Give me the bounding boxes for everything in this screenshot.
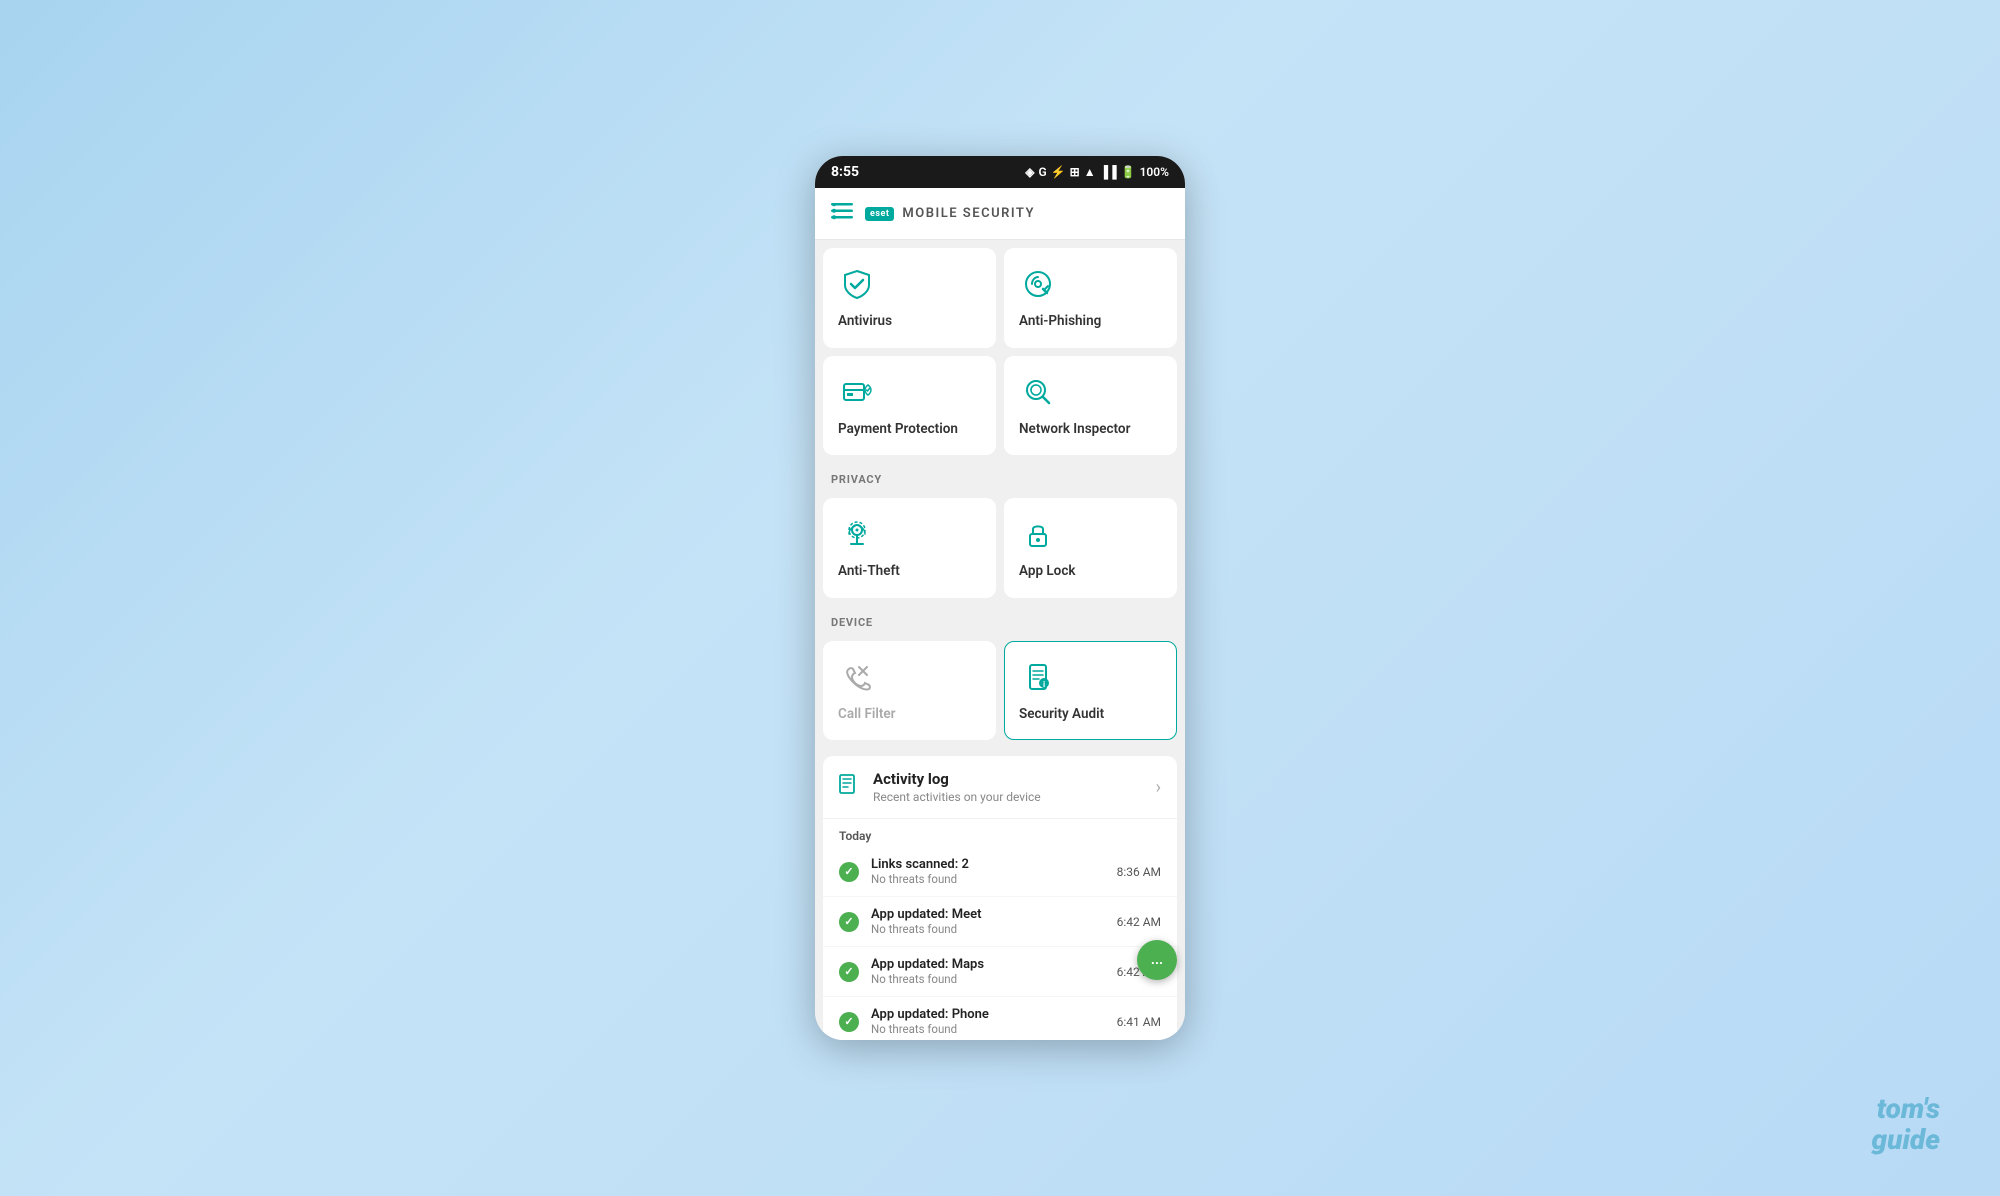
activity-time-links: 8:36 AM [1117, 865, 1161, 879]
activity-subtitle-links: No threats found [871, 872, 1105, 886]
status-time: 8:55 [831, 164, 859, 180]
activity-item-meet: App updated: Meet No threats found 6:42 … [823, 897, 1177, 947]
activity-log-title: Activity log [873, 770, 1041, 788]
privacy-feature-grid: Anti-Theft App Lock [815, 490, 1185, 606]
activity-time-meet: 6:42 AM [1117, 915, 1161, 929]
activity-log-card: Activity log Recent activities on your d… [823, 756, 1177, 1040]
app-header: eset MOBILE SECURITY [815, 188, 1185, 240]
status-icons: ◈ G ⚡ ⊞ ▲ ▐▐ 🔋 100% [1025, 165, 1169, 179]
device-feature-grid: Call Filter i Security Audit [815, 633, 1185, 749]
activity-info-links: Links scanned: 2 No threats found [871, 857, 1105, 886]
security-feature-grid: Antivirus Anti-Phishing [815, 240, 1185, 463]
svg-text:i: i [1043, 680, 1045, 689]
call-filter-card[interactable]: Call Filter [823, 641, 996, 741]
activity-info-maps: App updated: Maps No threats found [871, 957, 1105, 986]
check-icon-links [839, 862, 859, 882]
call-filter-label: Call Filter [838, 706, 896, 724]
payment-protection-label: Payment Protection [838, 421, 958, 439]
anti-phishing-label: Anti-Phishing [1019, 313, 1101, 331]
antitheft-icon [838, 515, 876, 553]
check-icon-meet [839, 912, 859, 932]
activity-item-phone: App updated: Phone No threats found 6:41… [823, 997, 1177, 1040]
battery-icon: 🔋 [1121, 165, 1136, 179]
activity-info-phone: App updated: Phone No threats found [871, 1007, 1105, 1036]
activity-title-maps: App updated: Maps [871, 957, 1105, 972]
g-icon: G [1039, 165, 1047, 179]
activity-time-phone: 6:41 AM [1117, 1015, 1161, 1029]
activity-log-header[interactable]: Activity log Recent activities on your d… [823, 756, 1177, 819]
privacy-section-header: PRIVACY [815, 463, 1185, 490]
app-title: MOBILE SECURITY [902, 206, 1035, 221]
callfilter-icon [838, 658, 876, 696]
anti-theft-label: Anti-Theft [838, 563, 900, 581]
activity-log-header-left: Activity log Recent activities on your d… [839, 770, 1041, 804]
activity-title-phone: App updated: Phone [871, 1007, 1105, 1022]
network-icon [1019, 373, 1057, 411]
signal-icon: ◈ [1025, 165, 1034, 179]
security-audit-card[interactable]: i Security Audit [1004, 641, 1177, 741]
menu-icon[interactable] [831, 203, 853, 225]
activity-subtitle-phone: No threats found [871, 1022, 1105, 1036]
anti-theft-card[interactable]: Anti-Theft [823, 498, 996, 598]
activity-subtitle-maps: No threats found [871, 972, 1105, 986]
applock-icon [1019, 515, 1057, 553]
activity-item-links: Links scanned: 2 No threats found 8:36 A… [823, 847, 1177, 897]
shield-icon [838, 265, 876, 303]
app-lock-card[interactable]: App Lock [1004, 498, 1177, 598]
check-icon-maps [839, 962, 859, 982]
check-icon-phone [839, 1012, 859, 1032]
payment-protection-card[interactable]: Payment Protection [823, 356, 996, 456]
activity-today-label: Today [823, 819, 1177, 847]
network-inspector-label: Network Inspector [1019, 421, 1130, 439]
activity-log-subtitle: Recent activities on your device [873, 790, 1041, 804]
device-section-header: DEVICE [815, 606, 1185, 633]
payment-icon [838, 373, 876, 411]
signal-bars-icon: ▐▐ [1100, 165, 1117, 179]
security-audit-label: Security Audit [1019, 706, 1104, 724]
activity-title-links: Links scanned: 2 [871, 857, 1105, 872]
activity-title-meet: App updated: Meet [871, 907, 1105, 922]
bluetooth-icon: ⚡ [1051, 165, 1066, 179]
chevron-right-icon: › [1156, 777, 1161, 798]
securityaudit-icon: i [1019, 658, 1057, 696]
status-bar: 8:55 ◈ G ⚡ ⊞ ▲ ▐▐ 🔋 100% [815, 156, 1185, 188]
app-lock-label: App Lock [1019, 563, 1076, 581]
toms-guide-watermark: tom's guide [1871, 1094, 1940, 1156]
eset-logo: eset MOBILE SECURITY [865, 206, 1035, 221]
battery-percent: 100% [1140, 165, 1169, 179]
wifi-icon: ▲ [1084, 165, 1096, 179]
activity-log-text: Activity log Recent activities on your d… [873, 770, 1041, 804]
antiphishing-icon [1019, 265, 1057, 303]
anti-phishing-card[interactable]: Anti-Phishing [1004, 248, 1177, 348]
activity-info-meet: App updated: Meet No threats found [871, 907, 1105, 936]
eset-badge: eset [865, 207, 894, 221]
fab-button[interactable]: ... [1137, 940, 1177, 980]
activity-item-maps: App updated: Maps No threats found 6:42 … [823, 947, 1177, 997]
activity-subtitle-meet: No threats found [871, 922, 1105, 936]
antivirus-card[interactable]: Antivirus [823, 248, 996, 348]
nfc-icon: ⊞ [1070, 165, 1080, 179]
phone-frame: 8:55 ◈ G ⚡ ⊞ ▲ ▐▐ 🔋 100% eset MOBILE [815, 156, 1185, 1040]
antivirus-label: Antivirus [838, 313, 892, 331]
network-inspector-card[interactable]: Network Inspector [1004, 356, 1177, 456]
activity-log-icon [839, 772, 861, 798]
app-content: Antivirus Anti-Phishing [815, 240, 1185, 1040]
